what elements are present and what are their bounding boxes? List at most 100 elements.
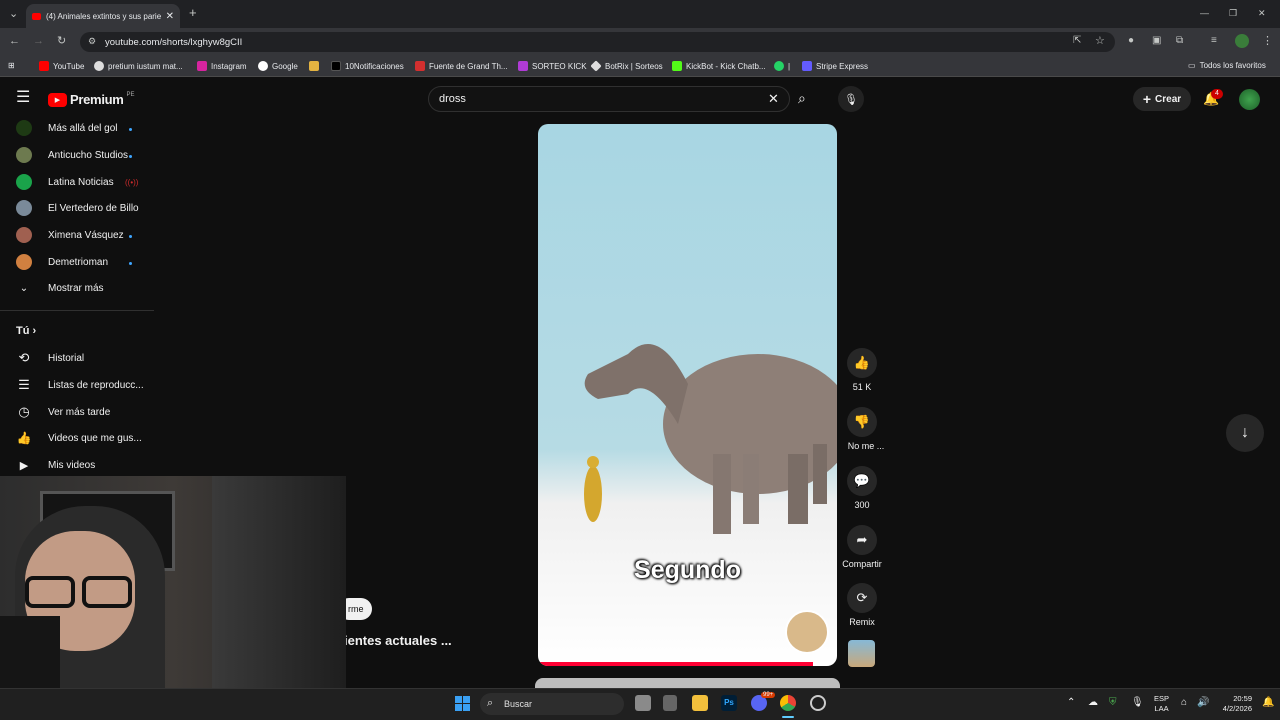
next-short-button[interactable]: ↓ <box>1226 414 1264 452</box>
bookmark-star-icon[interactable]: ☆ <box>1095 35 1105 47</box>
close-window-icon[interactable]: ✕ <box>1258 7 1266 19</box>
bookmark-whatsapp[interactable]: | <box>774 61 790 71</box>
subscription-item[interactable]: Ximena Vásquez <box>16 225 124 245</box>
subscription-item[interactable]: Latina Noticias <box>16 172 114 192</box>
live-icon: ((•)) <box>125 178 139 187</box>
f-icon <box>415 61 425 71</box>
minimize-icon[interactable]: — <box>1200 7 1209 19</box>
bookmark-notificaciones[interactable]: 10Notificaciones <box>331 61 404 71</box>
discord-badge: 99+ <box>761 692 776 698</box>
globe-icon <box>94 61 104 71</box>
app-icon[interactable] <box>810 695 826 711</box>
sidebar-divider <box>0 310 154 311</box>
extension-2-icon[interactable]: ▣ <box>1152 35 1161 47</box>
url-text: youtube.com/shorts/lxghyw8gCII <box>105 36 243 48</box>
search-icon[interactable]: ⌕ <box>798 90 806 107</box>
extensions-puzzle-icon[interactable]: ⧉ <box>1176 35 1183 47</box>
network-icon[interactable]: ⌂ <box>1181 697 1187 708</box>
file-explorer-icon[interactable] <box>692 695 708 711</box>
bookmark-kickbot[interactable]: KickBot - Kick Chatb... <box>672 61 766 71</box>
tray-overflow-icon[interactable]: ⌃ <box>1067 697 1075 708</box>
bookmark-google[interactable]: Google <box>258 61 298 71</box>
photoshop-icon[interactable]: Ps <box>721 695 737 711</box>
extension-icon[interactable]: ● <box>1128 35 1134 47</box>
subscription-item[interactable]: El Vertedero de Billo <box>16 198 139 218</box>
browser-tab[interactable]: (4) Animales extintos y sus parie ✕ <box>26 4 180 28</box>
tab-title: (4) Animales extintos y sus parie <box>46 11 161 21</box>
bookmark-gta[interactable]: Fuente de Grand Th... <box>415 61 508 71</box>
forward-icon[interactable]: → <box>33 35 44 47</box>
clock[interactable]: 20:59 4/2/2026 <box>1214 694 1252 714</box>
clear-search-icon[interactable]: ✕ <box>768 91 779 107</box>
language-indicator[interactable]: ESP LAA <box>1154 694 1169 714</box>
arrow-down-icon: ↓ <box>1241 424 1249 441</box>
hamburger-menu-icon[interactable]: ☰ <box>16 90 30 106</box>
volume-icon[interactable]: 🔊 <box>1197 697 1209 708</box>
bookmark-botrix[interactable]: BotRix | Sorteos <box>590 60 663 72</box>
show-more-button[interactable]: ⌄ Mostrar más <box>16 278 104 298</box>
tray-shield-icon[interactable]: ⛨ <box>1109 697 1117 708</box>
widget-icon[interactable] <box>663 695 677 711</box>
audio-thumbnail[interactable] <box>848 640 875 667</box>
apps-icon[interactable]: ⊞ <box>8 61 15 70</box>
sidebar-item-liked[interactable]: 👍 Videos que me gus... <box>16 428 142 448</box>
remix-icon: ⟳ <box>856 590 868 605</box>
account-avatar[interactable] <box>1239 89 1260 110</box>
subscription-item[interactable]: Más allá del gol <box>16 118 117 138</box>
bookmark-youtube[interactable]: YouTube <box>39 61 84 71</box>
bookmark-sorteo-kick[interactable]: SORTEO KICK <box>518 61 587 71</box>
video-caption: Segundo <box>634 556 741 584</box>
chrome-icon[interactable] <box>780 695 796 711</box>
reload-icon[interactable]: ↻ <box>57 35 66 47</box>
glasses-left <box>25 576 75 608</box>
glasses-right <box>82 576 132 608</box>
comments-button[interactable]: 💬 <box>847 466 877 496</box>
dislike-button[interactable]: 👎 <box>847 407 877 437</box>
like-count: 51 K <box>852 382 872 392</box>
tray-mic-icon[interactable]: 🎙 <box>1131 697 1144 708</box>
subscription-item[interactable]: Demetrioman <box>16 252 108 272</box>
task-view-icon[interactable] <box>635 695 651 711</box>
history-icon: ⟲ <box>18 350 30 365</box>
bookmark-instagram[interactable]: Instagram <box>197 61 247 71</box>
notification-center-icon[interactable]: 🔔 <box>1262 697 1274 708</box>
sidebar-item-history[interactable]: ⟲ Historial <box>16 348 85 368</box>
profile-avatar[interactable] <box>1235 34 1249 48</box>
bookmark-pretium[interactable]: pretium iustum mat... <box>94 61 183 71</box>
notification-badge: 4 <box>1211 89 1223 99</box>
search-input[interactable]: dross <box>428 86 790 112</box>
channel-avatar <box>16 200 32 216</box>
maximize-icon[interactable]: ❐ <box>1229 7 1237 19</box>
bookmark-stripe[interactable]: Stripe Express <box>802 61 868 71</box>
sidebar-item-my-videos[interactable]: ▶ Mis videos <box>16 455 95 475</box>
you-section-header[interactable]: Tú › <box>16 325 36 337</box>
new-tab-icon[interactable]: + <box>189 6 197 19</box>
create-button[interactable]: + Crear <box>1133 87 1191 111</box>
google-icon <box>258 61 268 71</box>
sidebar-item-playlists[interactable]: ☰ Listas de reproducc... <box>16 375 143 395</box>
remix-button[interactable]: ⟳ <box>847 583 877 613</box>
back-icon[interactable]: ← <box>9 35 20 47</box>
video-icon: ▶ <box>19 459 29 472</box>
all-bookmarks-folder[interactable]: ▭ Todos los favoritos <box>1188 61 1266 70</box>
start-icon[interactable] <box>455 696 470 711</box>
taskbar-search[interactable]: ⌕ Buscar <box>480 693 624 715</box>
microphone-icon[interactable]: 🎙 <box>838 86 864 112</box>
youtube-premium-logo[interactable]: ▶ Premium PE <box>48 92 135 107</box>
share-button[interactable]: ➦ <box>847 525 877 555</box>
install-app-icon[interactable]: ⇱ <box>1073 35 1081 47</box>
botrix-icon <box>590 60 602 72</box>
tab-list-icon[interactable]: ⌄ <box>9 8 18 20</box>
like-button[interactable]: 👍 <box>847 348 877 378</box>
site-info-icon[interactable]: ⚙ <box>88 36 96 47</box>
playlist-icon: ☰ <box>18 377 30 392</box>
tray-cloud-icon[interactable]: ☁ <box>1088 697 1098 708</box>
channel-avatar <box>16 147 32 163</box>
subscription-item[interactable]: Anticucho Studios <box>16 145 128 165</box>
bookmark-colorful[interactable] <box>309 61 319 71</box>
sidebar-item-watch-later[interactable]: ◷ Ver más tarde <box>16 402 110 422</box>
address-bar[interactable]: ⚙ youtube.com/shorts/lxghyw8gCII <box>80 32 1115 52</box>
reading-list-icon[interactable]: ≡ <box>1211 35 1217 47</box>
close-tab-icon[interactable]: ✕ <box>166 11 174 22</box>
menu-icon[interactable]: ⋮ <box>1262 35 1273 47</box>
